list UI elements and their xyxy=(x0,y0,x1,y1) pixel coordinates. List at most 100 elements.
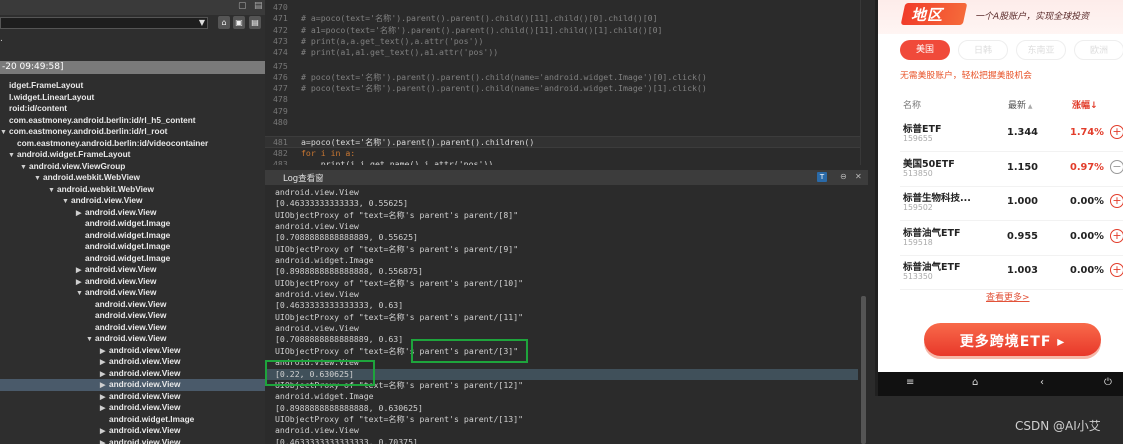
code-line[interactable]: 474 # print(a1,a1.get_text(),a1.attr('pos… xyxy=(265,47,868,58)
collapse-icon[interactable]: ▼ xyxy=(34,173,43,185)
code-editor[interactable]: 470 471 # a=poco(text='名称').parent().paren… xyxy=(265,0,868,165)
etf-row[interactable]: 标普油气ETF 159518 0.955 0.00% + xyxy=(900,222,1123,256)
tree-node[interactable]: ▶ android.view.View xyxy=(0,345,265,357)
minimize-icon[interactable]: ⊖ xyxy=(840,172,847,181)
tree-node[interactable]: ▼ android.webkit.WebView xyxy=(0,184,265,196)
add-watchlist-icon[interactable]: + xyxy=(1110,125,1123,139)
log-header: Log查看窗 T ⊖ ✕ xyxy=(265,170,868,185)
tree-node[interactable]: ▼ android.view.View xyxy=(0,195,265,207)
lock-icon[interactable]: ⌂ xyxy=(218,16,230,29)
tree-node[interactable]: ▶ android.view.View xyxy=(0,391,265,403)
code-line[interactable]: 479 xyxy=(265,106,868,117)
expand-icon[interactable]: ▶ xyxy=(76,265,85,277)
device-select[interactable]: ▼ xyxy=(0,17,208,29)
home-icon[interactable]: ⌂ xyxy=(972,377,978,388)
refresh-icon[interactable]: ▤ xyxy=(249,16,261,29)
tree-node[interactable]: roid:id/content xyxy=(0,103,265,115)
tree-node[interactable]: com.eastmoney.android.berlin:id/videocon… xyxy=(0,138,265,150)
close-window-icon[interactable]: ▤ xyxy=(254,1,263,11)
tree-node[interactable]: android.widget.Image xyxy=(0,230,265,242)
tree-node[interactable]: ▼ android.webkit.WebView xyxy=(0,172,265,184)
code-line[interactable]: 481 a=poco(text='名称').parent().parent().c… xyxy=(265,136,868,148)
expand-icon[interactable]: ▶ xyxy=(100,357,109,369)
code-text: for i in a: xyxy=(301,147,356,158)
code-line[interactable]: 470 xyxy=(265,2,868,13)
code-scrollbar[interactable] xyxy=(860,0,868,165)
code-line[interactable]: 476 # poco(text='名称').parent().parent().c… xyxy=(265,72,868,83)
tree-node[interactable]: android.view.View xyxy=(0,322,265,334)
tree-node[interactable]: ▼ android.view.ViewGroup xyxy=(0,161,265,173)
etf-row[interactable]: 标普ETF 159655 1.344 1.74% + xyxy=(900,118,1123,152)
tree-node[interactable]: android.widget.Image xyxy=(0,241,265,253)
tree-node[interactable]: android.widget.Image xyxy=(0,414,265,426)
add-watchlist-icon[interactable]: + xyxy=(1110,263,1123,277)
etf-row[interactable]: 标普油气ETF 513350 1.003 0.00% + xyxy=(900,256,1123,290)
screenshot-icon[interactable]: ▣ xyxy=(233,16,245,29)
region-tab[interactable]: 东南亚 xyxy=(1016,40,1066,60)
tree-node[interactable]: idget.FrameLayout xyxy=(0,80,265,92)
collapse-icon[interactable]: ▼ xyxy=(48,185,57,197)
tree-node[interactable]: ▶ android.view.View xyxy=(0,402,265,414)
expand-icon[interactable]: ▶ xyxy=(100,438,109,444)
more-etf-button[interactable]: 更多跨境ETF ▸ xyxy=(924,323,1101,356)
collapse-icon[interactable]: ▼ xyxy=(20,162,29,174)
power-icon[interactable]: ⏻ xyxy=(1104,377,1112,388)
collapse-icon[interactable]: ▼ xyxy=(76,288,85,300)
expand-icon[interactable]: ▶ xyxy=(100,403,109,415)
tree-node[interactable]: ▶ android.view.View xyxy=(0,264,265,276)
tree-node[interactable]: ▶ android.view.View xyxy=(0,379,265,391)
header-change[interactable]: 涨幅↓ xyxy=(1072,98,1098,111)
add-watchlist-icon[interactable]: + xyxy=(1110,194,1123,208)
filter-icon[interactable]: T xyxy=(817,172,827,182)
add-watchlist-icon[interactable]: + xyxy=(1110,228,1123,243)
tree-node-label: idget.FrameLayout xyxy=(9,80,84,90)
close-icon[interactable]: ✕ xyxy=(855,172,862,181)
etf-row[interactable]: 美国50ETF 513850 1.150 0.97% − xyxy=(900,153,1123,187)
collapse-icon[interactable]: ▼ xyxy=(0,127,9,139)
tree-node[interactable]: ▶ android.view.View xyxy=(0,356,265,368)
collapse-icon[interactable]: ▼ xyxy=(62,196,71,208)
collapse-icon[interactable]: ▼ xyxy=(86,334,95,346)
float-window-icon[interactable]: ▢ xyxy=(238,1,247,11)
code-line[interactable]: 477 # poco(text='名称').parent().parent().c… xyxy=(265,83,868,94)
expand-icon[interactable]: ▶ xyxy=(100,426,109,438)
header-latest[interactable]: 最新 ▲ xyxy=(1008,98,1033,111)
code-line[interactable]: 483 print(i,i.get_name(),i.attr('pos')) xyxy=(265,159,868,165)
chevron-down-icon[interactable]: ▼ xyxy=(199,18,205,27)
tree-node[interactable]: android.widget.Image xyxy=(0,218,265,230)
tree-node[interactable]: ▶ android.view.View xyxy=(0,437,265,444)
code-line[interactable]: 478 xyxy=(265,94,868,105)
tree-node[interactable]: android.view.View xyxy=(0,299,265,311)
etf-row[interactable]: 标普生物科技... 159502 1.000 0.00% + xyxy=(900,187,1123,221)
back-icon[interactable]: ‹ xyxy=(1040,377,1044,388)
code-line[interactable]: 472 # a1=poco(text='名称').parent().parent(… xyxy=(265,25,868,36)
remove-watchlist-icon[interactable]: − xyxy=(1110,159,1123,174)
code-line[interactable]: 475 xyxy=(265,61,868,72)
hierarchy-toolbar: ▼ ⌂ ▣ ▤ xyxy=(0,15,265,31)
tree-node[interactable]: ▶ android.view.View xyxy=(0,425,265,437)
code-line[interactable]: 473 # print(a,a.get_text(),a.attr('pos')) xyxy=(265,36,868,47)
tree-node[interactable]: ▶ android.view.View xyxy=(0,276,265,288)
tree-node[interactable]: ▼ android.widget.FrameLayout xyxy=(0,149,265,161)
code-line[interactable]: 471 # a=poco(text='名称').parent().parent()… xyxy=(265,13,868,24)
region-tab[interactable]: 日韩 xyxy=(958,40,1008,60)
region-tab[interactable]: 欧洲 xyxy=(1074,40,1123,60)
tree-node[interactable]: ▶ android.view.View xyxy=(0,207,265,219)
tree-node[interactable]: l.widget.LinearLayout xyxy=(0,92,265,104)
menu-icon[interactable]: ≡ xyxy=(906,377,914,388)
log-scrollbar[interactable] xyxy=(861,296,866,444)
more-link[interactable]: 查看更多> xyxy=(986,290,1030,303)
tree-node[interactable]: com.eastmoney.android.berlin:id/rl_h5_co… xyxy=(0,115,265,127)
tree-node[interactable]: android.widget.Image xyxy=(0,253,265,265)
log-output[interactable]: android.view.View [0.46333333333333, 0.55… xyxy=(265,187,858,444)
tree-node[interactable]: ▼ android.view.View xyxy=(0,287,265,299)
tree-node[interactable]: ▶ android.view.View xyxy=(0,368,265,380)
tree-node[interactable]: ▼ android.view.View xyxy=(0,333,265,345)
code-line[interactable]: 480 xyxy=(265,117,868,128)
collapse-icon[interactable]: ▼ xyxy=(8,150,17,162)
expand-icon[interactable]: ▶ xyxy=(100,380,109,392)
region-tab[interactable]: 美国 xyxy=(900,40,950,60)
code-line[interactable]: 482 for i in a: xyxy=(265,148,868,159)
tree-node[interactable]: ▼ com.eastmoney.android.berlin:id/rl_root xyxy=(0,126,265,138)
tree-node[interactable]: android.view.View xyxy=(0,310,265,322)
